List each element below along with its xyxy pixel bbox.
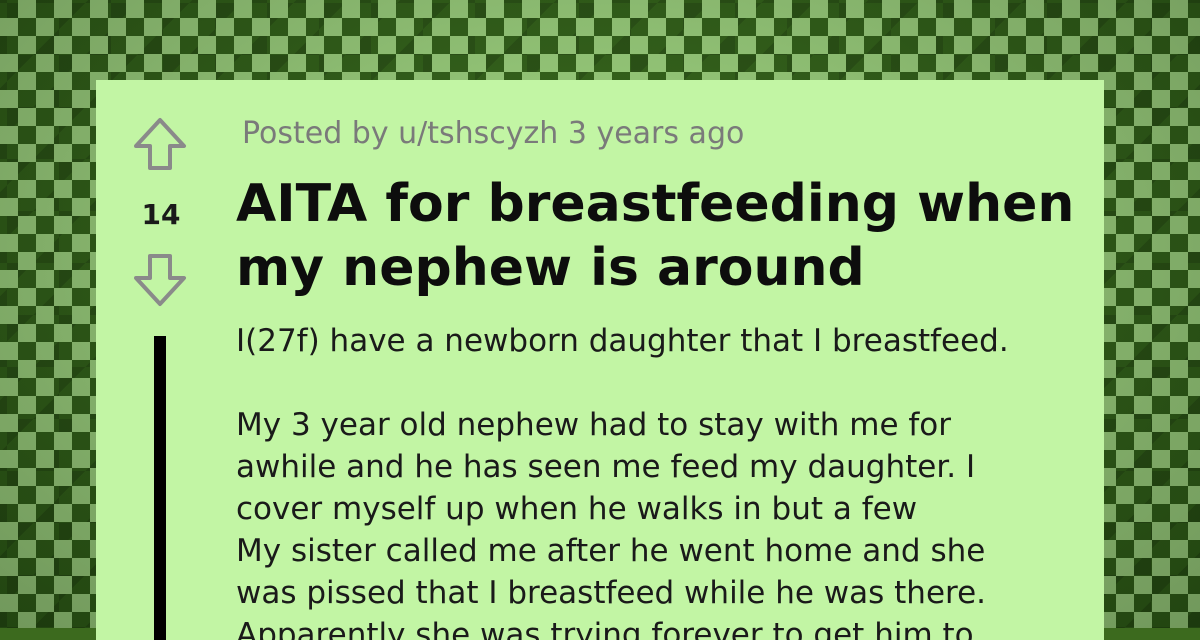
upvote-arrow-icon[interactable] [132, 116, 188, 172]
post-text-line: My sister called me after he went home a… [236, 533, 986, 569]
post-title[interactable]: AITA for breastfeeding when my nephew is… [236, 172, 1086, 300]
thread-line[interactable] [154, 336, 166, 640]
post-body: I(27f) have a newborn daughter that I br… [236, 320, 1086, 640]
post-meta: Posted by u/tshscyzh 3 years ago [242, 116, 745, 151]
vote-score: 14 [141, 198, 181, 231]
post-paragraph: I(27f) have a newborn daughter that I br… [236, 323, 1009, 359]
post-text-line: My 3 year old nephew had to stay with me… [236, 407, 951, 443]
post-text-line: cover myself up when he walks in but a f… [236, 491, 918, 527]
post-text-line: Apparently she was trying forever to get… [236, 617, 974, 640]
downvote-arrow-icon[interactable] [132, 252, 188, 308]
post-text-line: was pissed that I breastfeed while he wa… [236, 575, 987, 611]
vote-column: 14 [96, 80, 226, 640]
post-paragraph: My 3 year old nephew had to stay with me… [236, 404, 1086, 640]
post-text-line: awhile and he has seen me feed my daught… [236, 449, 976, 485]
reddit-post-card: 14 Posted by u/tshscyzh 3 years ago AITA… [96, 80, 1104, 640]
